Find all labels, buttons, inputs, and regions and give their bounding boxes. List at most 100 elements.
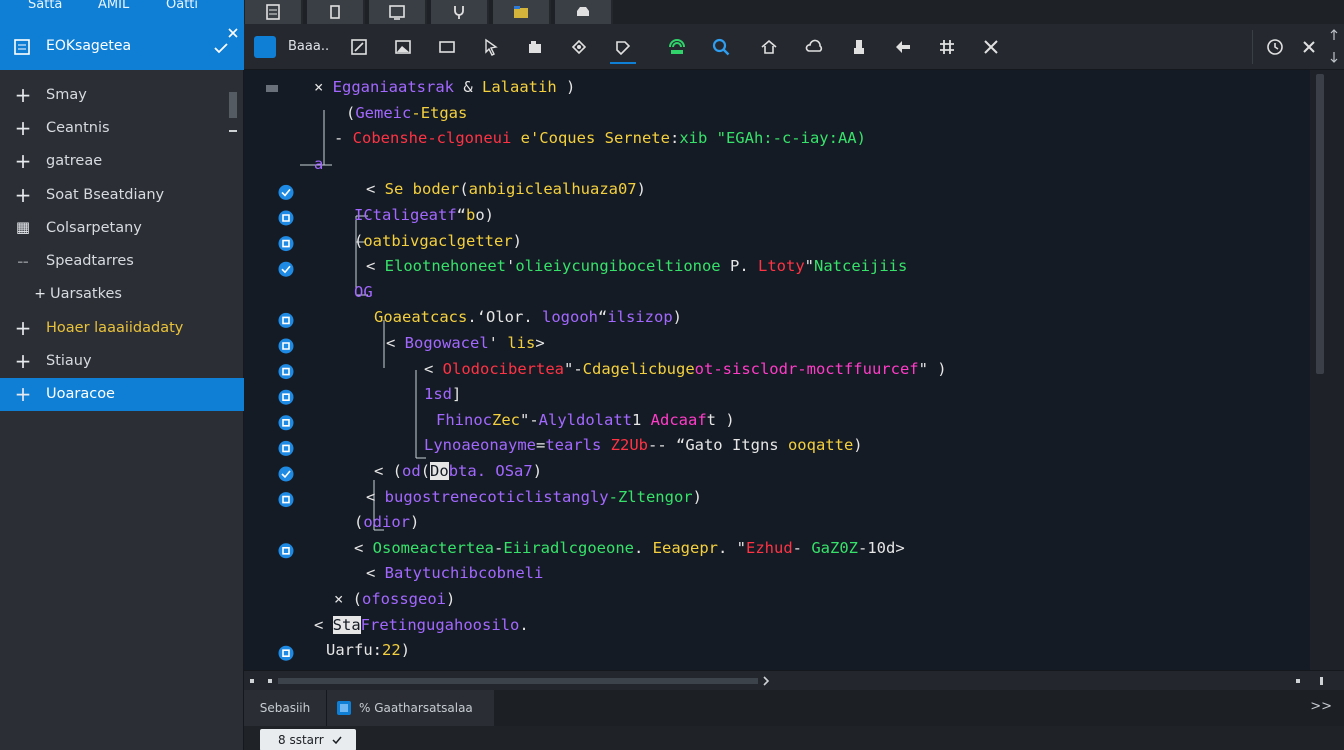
- top-window-button[interactable]: [369, 0, 427, 24]
- tb-tag-button[interactable]: [610, 34, 636, 64]
- sidebar-item[interactable]: + Ceantnis: [0, 111, 226, 144]
- bottom-tab-2[interactable]: % Gaatharsatsalaa: [326, 690, 494, 726]
- top-run-button[interactable]: [555, 0, 613, 24]
- status-pill[interactable]: 8 sstarr: [260, 729, 356, 750]
- sidebar-list: + Smay + Ceantnis + gatreae + Soat Bseatdiany ▦ C…: [0, 78, 244, 411]
- code-editor[interactable]: × Egganiaatsrak & Lalaatih ) (Gemeic-Etga…: [244, 70, 1310, 670]
- tb-search-button[interactable]: [708, 34, 734, 60]
- code-token: ): [512, 231, 522, 250]
- tb-home-button[interactable]: [756, 34, 782, 60]
- top-clipboard-button[interactable]: [307, 0, 365, 24]
- sidebar-title: EOKsagetea: [46, 38, 132, 54]
- code-line: < Se boder(anbigiclealhuaza07): [366, 180, 646, 198]
- tb-tools-button[interactable]: [978, 34, 1004, 60]
- expand-icon: +: [34, 286, 46, 303]
- tb-cloud-button[interactable]: [802, 34, 828, 60]
- clipboard-icon: [330, 5, 340, 19]
- code-token: .‘: [467, 308, 486, 327]
- tb-user-button[interactable]: [846, 34, 872, 60]
- code-token: ×: [334, 590, 353, 608]
- editor-tab-label[interactable]: Baaa..: [288, 39, 329, 54]
- breakpoint-check-icon[interactable]: [278, 261, 294, 277]
- code-token: Adcaaf: [650, 410, 707, 429]
- breakpoint-dot-icon[interactable]: [278, 440, 294, 456]
- menu-item-1[interactable]: Satta: [28, 0, 62, 12]
- sidebar-item[interactable]: + Uoaracoe: [0, 377, 244, 411]
- code-line: OG: [354, 283, 373, 301]
- code-token: -: [334, 129, 353, 148]
- tb-grid-button[interactable]: [934, 34, 960, 60]
- code-token: ooqatte: [787, 436, 854, 455]
- breakpoint-dot-icon[interactable]: [278, 338, 294, 354]
- tb-build-button[interactable]: [664, 34, 690, 60]
- toolbar-overflow-icon[interactable]: [1330, 28, 1338, 64]
- breakpoint-dot-icon[interactable]: [278, 389, 294, 405]
- editor-file-icon[interactable]: [254, 36, 276, 58]
- sidebar-item[interactable]: + Smay: [0, 78, 226, 111]
- sidebar-header[interactable]: EOKsagetea: [0, 24, 244, 70]
- check-icon[interactable]: [214, 42, 228, 54]
- code-token: (: [392, 462, 403, 480]
- breakpoint-dot-icon[interactable]: [278, 364, 294, 380]
- tb-close-button[interactable]: [1296, 34, 1322, 60]
- sidebar-item[interactable]: + Soat Bseatdiany: [0, 178, 226, 211]
- close-icon[interactable]: [228, 28, 238, 38]
- sidebar-item[interactable]: + gatreae: [0, 145, 226, 178]
- code-line: (oatbivgaclgetter): [354, 232, 522, 250]
- top-plug-button[interactable]: [431, 0, 489, 24]
- code-token: ]: [452, 385, 462, 404]
- sidebar-item-label: Colsarpetany: [46, 219, 142, 236]
- tag-icon: [616, 41, 631, 56]
- breakpoint-dot-icon[interactable]: [278, 492, 294, 508]
- tb-back-button[interactable]: [890, 34, 916, 60]
- fold-toggle-icon[interactable]: [266, 85, 278, 92]
- breakpoint-dot-icon[interactable]: [278, 210, 294, 226]
- sidebar-item[interactable]: + Stiauy: [0, 344, 226, 377]
- tb-window-button[interactable]: [434, 34, 460, 60]
- code-token: ): [532, 462, 543, 480]
- tb-sync-button[interactable]: [566, 34, 592, 60]
- sidebar-item[interactable]: + Hoaer laaaiidadaty: [0, 311, 226, 344]
- code-line: < Batytuchibcobneli: [366, 564, 543, 582]
- bottom-tab-1[interactable]: Sebasiih: [244, 690, 326, 726]
- breakpoint-check-icon[interactable]: [278, 466, 294, 482]
- code-line: < Elootnehoneet'olieiycungiboceltionoe P…: [366, 257, 907, 275]
- breakpoint-dot-icon[interactable]: [278, 415, 294, 431]
- sidebar-item[interactable]: + Uarsatkes: [0, 278, 226, 311]
- top-list-button[interactable]: [245, 0, 303, 24]
- top-strip: Satta AMIL Oatti: [0, 0, 1344, 24]
- menu-item-2[interactable]: AMIL: [98, 0, 129, 12]
- code-line: FhinocZec"-Alyldolatt1 Adcaaft ): [436, 411, 735, 429]
- code-token: Elootnehoneet: [384, 257, 506, 276]
- tb-history-button[interactable]: [1262, 34, 1288, 60]
- code-line: - Cobenshe-clgoneui e'Coques Sernete:xib…: [334, 129, 866, 147]
- tb-edit-button[interactable]: [346, 34, 372, 60]
- code-token: Cobenshe-clgoneui: [352, 129, 512, 148]
- tools-icon: [984, 40, 998, 54]
- breakpoint-dot-icon[interactable]: [278, 645, 294, 661]
- sidebar-item[interactable]: ▦ Colsarpetany: [0, 211, 226, 244]
- code-token: P: [720, 257, 740, 276]
- menu-item-3[interactable]: Oatti: [166, 0, 198, 12]
- breakpoint-check-icon[interactable]: [278, 184, 294, 200]
- code-token: Fhinoc: [436, 410, 492, 429]
- breakpoint-dot-icon[interactable]: [278, 543, 294, 559]
- gear-icon: [529, 41, 541, 53]
- tb-cursor-button[interactable]: [478, 34, 504, 60]
- top-folder-button[interactable]: [493, 0, 551, 24]
- horizontal-scrollbar[interactable]: [244, 670, 1344, 690]
- expand-icon: +: [14, 115, 32, 140]
- sidebar-item[interactable]: –– Speadtarres: [0, 244, 226, 277]
- sidebar-scrollbar[interactable]: [227, 72, 239, 750]
- code-token: Batytuchibcobneli: [384, 564, 544, 583]
- code-token: Sernete: [604, 129, 670, 148]
- breakpoint-dot-icon[interactable]: [278, 312, 294, 328]
- tb-image-button[interactable]: [390, 34, 416, 60]
- window-icon: [389, 5, 405, 20]
- tb-gear-button[interactable]: [522, 34, 548, 60]
- breakpoint-dot-icon[interactable]: [278, 236, 294, 252]
- vertical-scrollbar[interactable]: [1310, 70, 1344, 670]
- code-token: odior: [363, 513, 411, 532]
- tabs-overflow-button[interactable]: >>: [1310, 699, 1332, 714]
- code-token: "-: [520, 410, 539, 429]
